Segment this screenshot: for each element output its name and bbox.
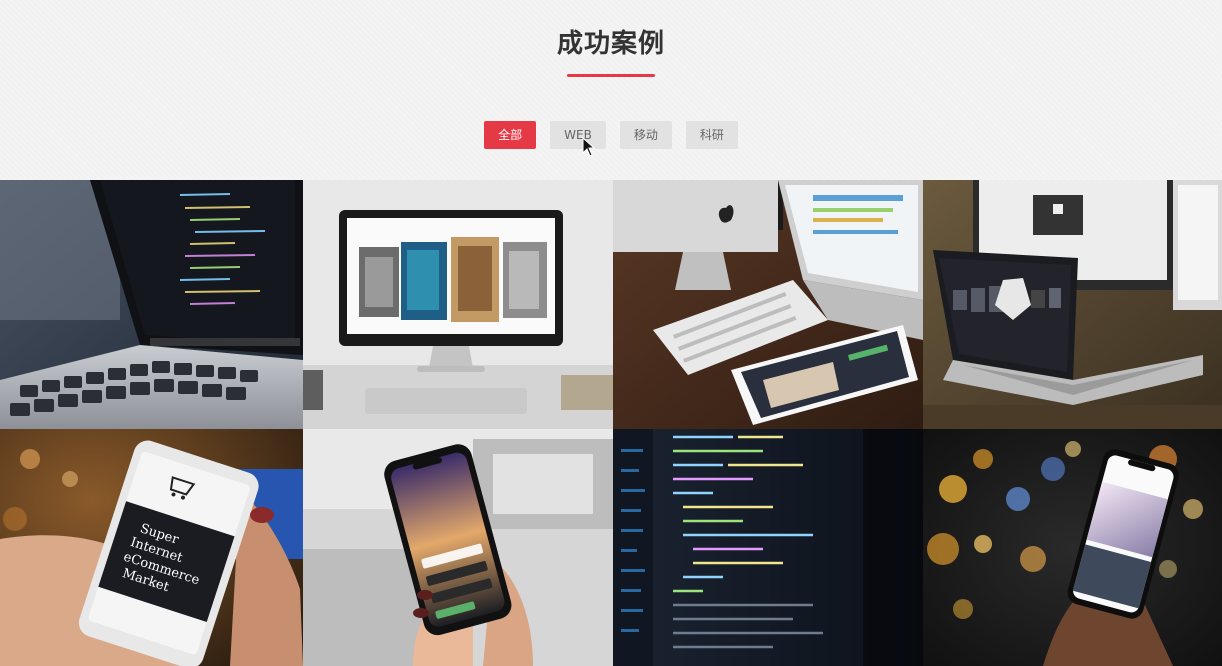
case-tile-imac-ipad[interactable] <box>613 180 923 429</box>
case-tile-phone-ecommerce[interactable]: Super Internet eCommerce Market <box>0 429 303 666</box>
case-tile-monitor-gallery[interactable] <box>303 180 613 429</box>
laptop-design-image <box>923 180 1222 429</box>
case-tile-phone-bokeh[interactable] <box>923 429 1222 666</box>
filter-all-button[interactable]: 全部 <box>484 121 537 149</box>
phone-ecommerce-image: Super Internet eCommerce Market <box>0 429 303 666</box>
title-underline <box>567 74 655 77</box>
filter-tabs: 全部 WEB 移动 科研 <box>0 121 1222 149</box>
phone-app-image <box>303 429 613 666</box>
section-title: 成功案例 <box>556 29 665 59</box>
filter-mobile-button[interactable]: 移动 <box>619 121 672 149</box>
section-header: 成功案例 <box>0 24 1222 77</box>
filter-research-button[interactable]: 科研 <box>685 121 738 149</box>
laptop-code-image <box>0 180 303 429</box>
imac-ipad-image <box>613 180 923 429</box>
filter-web-button[interactable]: WEB <box>550 121 606 149</box>
mouse-pointer-icon <box>582 137 596 157</box>
monitor-gallery-image <box>303 180 613 429</box>
case-grid: Super Internet eCommerce Market <box>0 180 1222 666</box>
case-tile-laptop-design[interactable] <box>923 180 1222 429</box>
case-tile-phone-app[interactable] <box>303 429 613 666</box>
cases-section: 成功案例 全部 WEB 移动 科研 Super Internet eCommer… <box>0 0 1222 666</box>
phone-bokeh-image <box>923 429 1222 666</box>
case-tile-laptop-code[interactable] <box>0 180 303 429</box>
code-editor-image <box>613 429 923 666</box>
case-tile-code-editor[interactable] <box>613 429 923 666</box>
